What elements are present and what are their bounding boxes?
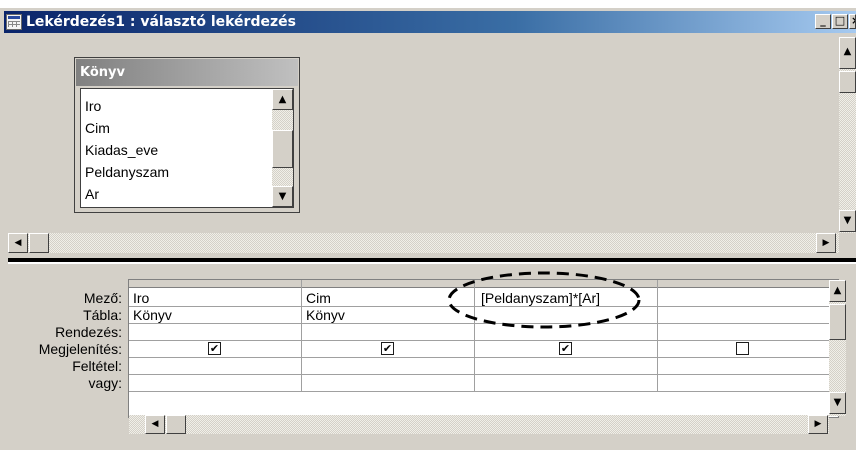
grid-cell-field[interactable]: Iro: [129, 289, 301, 307]
dashed-ellipse-annotation: [447, 271, 641, 329]
scroll-thumb[interactable]: [166, 415, 186, 434]
field-list-item[interactable]: Kiadas_eve: [85, 139, 158, 161]
field-list-item[interactable]: Iro: [85, 95, 101, 117]
field-list-item[interactable]: Peldanyszam: [85, 161, 169, 183]
scroll-down-icon[interactable]: ▼: [839, 210, 856, 232]
grid-row-divider: [129, 357, 829, 358]
window-title: Lekérdezés1 : választó lekérdezés: [26, 14, 296, 30]
scroll-left-icon[interactable]: ◀: [8, 233, 28, 253]
show-checkbox[interactable]: ✔: [559, 342, 572, 355]
row-label-show: Megjelenítés:: [38, 341, 122, 357]
scroll-thumb[interactable]: [839, 71, 856, 93]
table-pane-hscroll[interactable]: [8, 233, 839, 253]
scroll-right-icon[interactable]: ▶: [816, 233, 836, 253]
scroll-thumb[interactable]: [829, 304, 846, 340]
query-icon[interactable]: [6, 14, 22, 30]
show-checkbox[interactable]: [736, 342, 749, 355]
field-list-item[interactable]: Cim: [85, 117, 110, 139]
show-checkbox[interactable]: ✔: [381, 342, 394, 355]
scroll-down-icon[interactable]: ▼: [272, 186, 293, 207]
scroll-up-icon[interactable]: ▲: [272, 89, 293, 110]
grid-row-divider: [129, 374, 829, 375]
field-list[interactable]: Iro Cim Kiadas_eve Peldanyszam Ar: [80, 88, 294, 208]
row-label-or: vagy:: [88, 375, 122, 391]
row-label-field: Mező:: [83, 290, 122, 306]
row-label-table: Tábla:: [83, 307, 122, 323]
grid-row-divider: [129, 391, 829, 392]
minimize-button[interactable]: _: [815, 14, 831, 29]
scroll-right-icon[interactable]: ▶: [808, 415, 828, 434]
scroll-down-icon[interactable]: ▼: [829, 392, 846, 414]
row-label-criteria: Feltétel:: [72, 358, 122, 374]
scroll-thumb[interactable]: [29, 233, 49, 253]
scroll-left-icon[interactable]: ◀: [145, 415, 165, 434]
close-button[interactable]: ×: [849, 14, 856, 29]
grid-hscroll[interactable]: [129, 415, 829, 434]
maximize-button[interactable]: □: [832, 14, 848, 29]
grid-cell-table[interactable]: Könyv: [129, 306, 301, 324]
row-label-sort: Rendezés:: [55, 324, 122, 340]
scroll-up-icon[interactable]: ▲: [839, 37, 856, 69]
scroll-thumb[interactable]: [272, 130, 293, 168]
grid-row-divider: [129, 340, 829, 341]
scroll-up-icon[interactable]: ▲: [829, 280, 846, 302]
field-list-title: Könyv: [80, 65, 125, 80]
field-list-item[interactable]: Ar: [85, 183, 99, 205]
show-checkbox[interactable]: ✔: [208, 342, 221, 355]
